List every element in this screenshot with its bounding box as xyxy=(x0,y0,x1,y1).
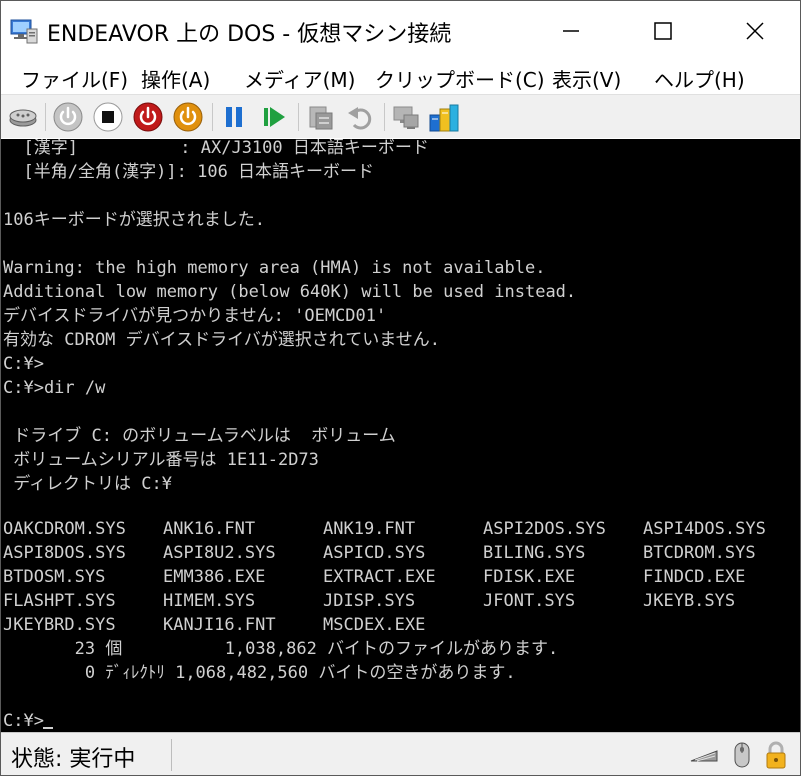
menu-view[interactable]: 表示(V) xyxy=(552,64,621,93)
file-entry: MSCDEX.EXE xyxy=(323,615,426,635)
file-entry: ANK16.FNT xyxy=(163,519,256,539)
file-entry: ASPI2DOS.SYS xyxy=(483,519,606,539)
text-cursor xyxy=(43,727,53,729)
file-entry: ANK19.FNT xyxy=(323,519,416,539)
free-space-summary: 0 ﾃﾞｨﾚｸﾄﾘ 1,068,482,560 バイトの空きがあります. xyxy=(3,663,516,683)
pause-icon[interactable] xyxy=(218,101,250,133)
file-count-summary: 23 個 1,038,862 バイトのファイルがあります. xyxy=(3,639,559,659)
file-entry: ASPI4DOS.SYS xyxy=(643,519,766,539)
lock-icon xyxy=(766,741,786,769)
share-icon[interactable] xyxy=(428,101,460,133)
shut-down-icon[interactable] xyxy=(132,101,164,133)
console-line: ディレクトリは C:¥ xyxy=(3,474,172,494)
console-line: ボリュームシリアル番号は 1E11-2D73 xyxy=(3,450,319,470)
menu-clipboard[interactable]: クリップボード(C) xyxy=(375,64,545,93)
console-line: Warning: the high memory area (HMA) is n… xyxy=(3,258,546,278)
maximize-icon xyxy=(654,22,672,40)
file-entry: FDISK.EXE xyxy=(483,567,576,587)
vm-connection-icon xyxy=(10,19,38,44)
command-prompt: C:¥> xyxy=(3,711,44,731)
console-line: C:¥>dir /w xyxy=(3,378,106,398)
revert-icon[interactable] xyxy=(344,101,376,133)
close-icon xyxy=(746,22,764,40)
checkpoint-icon[interactable] xyxy=(304,101,336,133)
maximize-button[interactable] xyxy=(617,1,709,61)
console-line: ドライブ C: のボリュームラベルは ボリューム xyxy=(3,426,396,446)
file-entry: OAKCDROM.SYS xyxy=(3,519,126,539)
menu-help[interactable]: ヘルプ(H) xyxy=(654,64,745,93)
file-entry: BTCDROM.SYS xyxy=(643,543,756,563)
file-entry: EMM386.EXE xyxy=(163,567,266,587)
close-button[interactable] xyxy=(709,1,800,61)
toolbar xyxy=(1,94,800,138)
file-entry: JDISP.SYS xyxy=(323,591,416,611)
file-entry: ASPI8DOS.SYS xyxy=(3,543,126,563)
vm-console-screen[interactable]: [漢字] : AX/J3100 日本語キーボード [半角/全角(漢字)]: 10… xyxy=(1,139,800,732)
turn-off-icon[interactable] xyxy=(92,101,124,133)
file-entry: JKEYB.SYS xyxy=(643,591,736,611)
file-entry: FLASHPT.SYS xyxy=(3,591,116,611)
vm-connection-window: ENDEAVOR 上の DOS - 仮想マシン接続 ファイル(F) 操作(A) … xyxy=(0,0,801,776)
file-entry: HIMEM.SYS xyxy=(163,591,256,611)
file-entry: JFONT.SYS xyxy=(483,591,576,611)
console-line: 106キーボードが選択されました. xyxy=(3,210,265,230)
minimize-icon xyxy=(563,30,579,32)
minimize-button[interactable] xyxy=(525,1,617,61)
save-icon[interactable] xyxy=(172,101,204,133)
menu-bar: ファイル(F) 操作(A) メディア(M) クリップボード(C) 表示(V) ヘ… xyxy=(1,61,800,93)
enhanced-session-icon[interactable] xyxy=(390,101,422,133)
console-line: [漢字] : AX/J3100 日本語キーボード xyxy=(3,139,429,158)
console-line: Additional low memory (below 640K) will … xyxy=(3,282,577,302)
window-title: ENDEAVOR 上の DOS - 仮想マシン接続 xyxy=(47,22,452,47)
file-entry: BILING.SYS xyxy=(483,543,586,563)
reset-icon[interactable] xyxy=(258,101,290,133)
ctrl-alt-del-icon[interactable] xyxy=(7,101,39,133)
file-entry: ASPI8U2.SYS xyxy=(163,543,276,563)
console-line: C:¥> xyxy=(3,354,44,374)
file-entry: EXTRACT.EXE xyxy=(323,567,436,587)
file-entry: BTDOSM.SYS xyxy=(3,567,106,587)
menu-action[interactable]: 操作(A) xyxy=(141,64,210,93)
mouse-icon[interactable] xyxy=(727,739,757,771)
file-entry: KANJI16.FNT xyxy=(163,615,276,635)
title-bar[interactable]: ENDEAVOR 上の DOS - 仮想マシン接続 xyxy=(1,1,800,61)
status-divider xyxy=(171,739,172,771)
start-icon[interactable] xyxy=(52,101,84,133)
file-entry: FINDCD.EXE xyxy=(643,567,746,587)
status-bar: 状態: 実行中 xyxy=(1,732,800,775)
status-text: 状態: 実行中 xyxy=(11,747,136,772)
console-line: [半角/全角(漢字)]: 106 日本語キーボード xyxy=(3,162,375,182)
file-entry: ASPICD.SYS xyxy=(323,543,426,563)
menu-media[interactable]: メディア(M) xyxy=(244,64,355,93)
console-line: 有効な CDROM デバイスドライバが選択されていません. xyxy=(3,330,441,350)
keyboard-icon[interactable] xyxy=(689,739,719,771)
console-line: デバイスドライバが見つかりません: 'OEMCD01' xyxy=(3,306,387,326)
menu-file[interactable]: ファイル(F) xyxy=(21,64,128,93)
file-entry: JKEYBRD.SYS xyxy=(3,615,116,635)
